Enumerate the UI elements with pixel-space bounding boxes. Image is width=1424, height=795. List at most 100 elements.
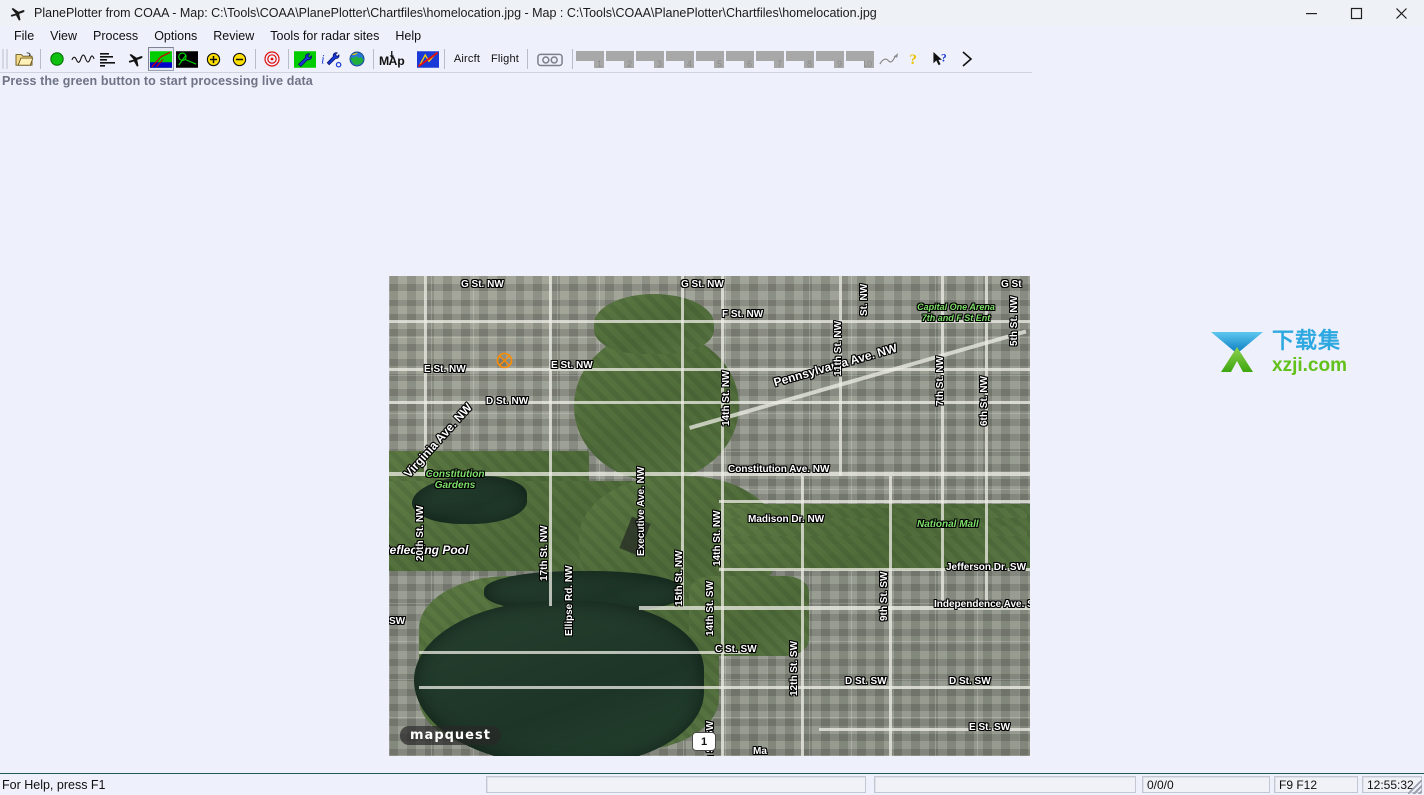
preset-1-button[interactable]: 1 xyxy=(576,50,604,68)
client-area: G St. NW G St. NW G St F St. NW Capital … xyxy=(0,95,1424,770)
preset-10-button[interactable]: 10 xyxy=(846,50,874,68)
menu-item-tools-for-radar-sites[interactable]: Tools for radar sites xyxy=(262,27,387,45)
preset-5-label: 5 xyxy=(716,58,722,69)
map-road-12th-st xyxy=(801,476,804,756)
open-file-button[interactable] xyxy=(11,47,37,71)
menu-item-view[interactable]: View xyxy=(42,27,85,45)
aircraft-button[interactable] xyxy=(122,47,148,71)
window-controls xyxy=(1289,0,1424,26)
toolbar-separator xyxy=(288,49,289,69)
map-road-constitution-ave xyxy=(389,472,1030,476)
map-chart-image[interactable]: G St. NW G St. NW G St F St. NW Capital … xyxy=(389,276,1030,756)
preset-9-button[interactable]: 9 xyxy=(816,50,844,69)
watermark: 下载集 xzji.com xyxy=(1209,327,1354,379)
chart-view-button[interactable] xyxy=(148,47,174,71)
map-download-button[interactable]: M Ap xyxy=(377,47,415,71)
title-bar: PlanePlotter from COAA - Map: C:\Tools\C… xyxy=(0,0,1424,27)
map-road-vertical xyxy=(424,276,427,476)
info-settings-button[interactable]: i xyxy=(318,47,344,71)
menu-bar: File View Process Options Review Tools f… xyxy=(0,26,1424,46)
map-mall-strip xyxy=(719,526,1027,536)
aircraft-list-button[interactable]: Aircft xyxy=(448,47,486,71)
maximize-icon[interactable] xyxy=(1334,0,1379,26)
settings-button[interactable] xyxy=(292,47,318,71)
map-road-jefferson-dr xyxy=(719,568,1030,571)
svg-text:i: i xyxy=(321,52,325,66)
flight-list-button[interactable]: Flight xyxy=(486,47,524,71)
preset-2-button[interactable]: 2 xyxy=(606,50,634,69)
help-button[interactable]: ? xyxy=(902,47,928,71)
globe-button[interactable] xyxy=(344,47,370,71)
toolbar-separator xyxy=(255,49,256,69)
status-pane-middle xyxy=(874,776,1136,793)
preset-9-label: 9 xyxy=(836,58,842,69)
map-road-d-st-sw xyxy=(419,686,1030,689)
map-road-6th-st xyxy=(985,276,988,606)
map-road-horizontal xyxy=(389,368,1030,371)
map-mall-strip xyxy=(719,508,1027,518)
status-help-text: For Help, press F1 xyxy=(2,777,106,792)
map-road-14th-st xyxy=(721,276,724,756)
context-help-button[interactable]: ? xyxy=(928,47,954,71)
menu-item-file[interactable]: File xyxy=(6,27,42,45)
resize-grip[interactable] xyxy=(1408,780,1422,794)
toolbar-drag-handle[interactable] xyxy=(2,49,10,69)
start-processing-button[interactable] xyxy=(44,47,70,71)
preset-7-button[interactable]: 7 xyxy=(756,50,784,69)
status-bar: For Help, press F1 0/0/0 F9 F12 12:55:32 xyxy=(0,773,1424,795)
range-rings-button[interactable] xyxy=(259,47,285,71)
audio-waveform-button[interactable] xyxy=(70,47,96,71)
watermark-chinese-text: 下载集 xyxy=(1272,329,1342,354)
no-chart-button[interactable] xyxy=(415,47,441,71)
preset-7-label: 7 xyxy=(776,58,782,69)
recorder-button[interactable] xyxy=(531,47,569,71)
preset-4-button[interactable]: 4 xyxy=(666,50,694,69)
map-satellite-imagery xyxy=(389,276,1030,756)
preset-8-label: 8 xyxy=(806,58,812,69)
menu-item-help[interactable]: Help xyxy=(387,27,429,45)
preset-4-label: 4 xyxy=(686,58,692,69)
toolbar-separator xyxy=(572,49,573,69)
signal-levels-button[interactable] xyxy=(96,47,122,71)
toolbar-separator xyxy=(40,49,41,69)
tracks-view-button[interactable] xyxy=(174,47,200,71)
minimize-icon[interactable] xyxy=(1289,0,1334,26)
map-park-whitehouse xyxy=(594,294,714,354)
close-icon[interactable] xyxy=(1379,0,1424,26)
aircraft-list-label: Aircft xyxy=(453,53,481,65)
menu-item-options[interactable]: Options xyxy=(146,27,205,45)
preset-2-label: 2 xyxy=(626,58,632,69)
menu-item-process[interactable]: Process xyxy=(85,27,146,45)
preset-8-button[interactable]: 8 xyxy=(786,50,814,69)
draw-line-button[interactable] xyxy=(876,47,902,71)
watermark-domain-text: xzji.com xyxy=(1272,355,1347,376)
svg-text:?: ? xyxy=(909,52,917,68)
toolbar-separator xyxy=(444,49,445,69)
map-road-9th-st xyxy=(889,476,892,756)
map-mall-strip xyxy=(719,544,1027,554)
preset-5-button[interactable]: 5 xyxy=(696,50,724,69)
route-shield: 1 xyxy=(692,732,716,751)
map-road-horizontal xyxy=(389,401,1030,404)
preset-6-label: 6 xyxy=(746,58,752,69)
status-pane-left xyxy=(486,776,866,793)
preset-3-button[interactable]: 3 xyxy=(636,50,664,68)
crossed-circle-marker-icon xyxy=(496,352,513,369)
map-road-horizontal xyxy=(389,320,1030,323)
map-road-15th-st xyxy=(681,276,684,606)
preset-6-button[interactable]: 6 xyxy=(726,50,754,69)
map-road-madison-dr xyxy=(719,500,1030,503)
toolbar-separator xyxy=(527,49,528,69)
zoom-out-button[interactable] xyxy=(226,47,252,71)
menu-item-review[interactable]: Review xyxy=(205,27,262,45)
map-road-17th-st xyxy=(549,276,552,606)
map-park-southeast xyxy=(689,576,809,656)
zoom-in-button[interactable] xyxy=(200,47,226,71)
map-road-11th-st xyxy=(839,276,842,476)
toolbar-overflow-button[interactable] xyxy=(954,47,980,71)
watermark-text: 下载集 xzji.com xyxy=(1272,329,1347,376)
map-road-independence-ave xyxy=(639,606,1030,610)
status-message: Press the green button to start processi… xyxy=(2,74,313,88)
xzji-x-logo-icon xyxy=(1209,328,1265,379)
toolbar: i M Ap Aircft Flight 1 2 3 4 5 6 7 8 9 1… xyxy=(0,46,1424,73)
